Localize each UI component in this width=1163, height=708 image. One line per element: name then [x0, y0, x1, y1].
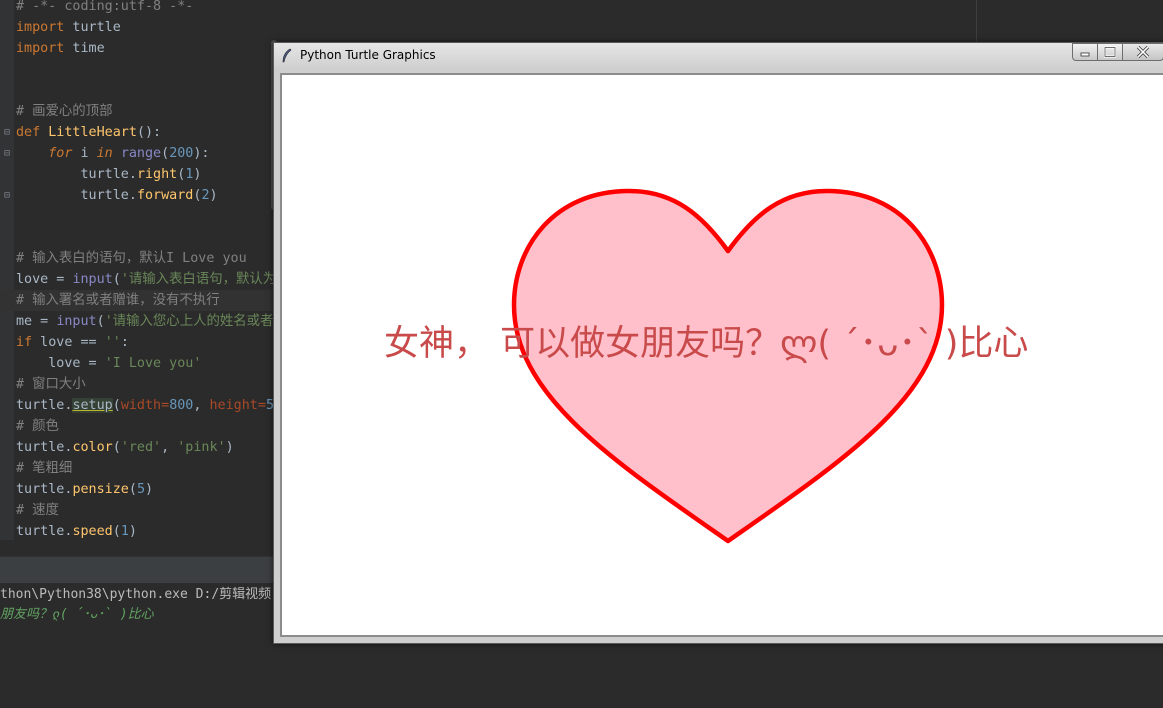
- code-token: turtle.: [16, 167, 137, 182]
- code-token: # 速度: [16, 503, 59, 518]
- code-token: '': [104, 335, 121, 350]
- code-token: input: [72, 272, 113, 287]
- code-token: (: [112, 272, 121, 287]
- code-token: # 输入署名或者赠谁，没有不执行: [16, 293, 220, 308]
- code-token: turtle: [64, 20, 121, 35]
- code-token: import: [16, 20, 65, 35]
- code-token: (: [112, 440, 121, 455]
- code-token: ): [193, 167, 202, 182]
- fold-icon[interactable]: ⊟: [4, 128, 10, 138]
- code-token: ():: [136, 125, 162, 140]
- code-token: '请输入您心上人的姓名或者赠: [104, 314, 287, 329]
- code-token: ,: [193, 398, 210, 413]
- code-token: LittleHeart: [48, 125, 137, 140]
- minimize-icon: [1080, 52, 1090, 57]
- console-output-line: 朋友吗？ლ( ´･ᴗ･` )比心: [0, 607, 154, 622]
- code-token: # 输入表白的语句，默认I Love you: [16, 251, 247, 266]
- code-token: # 画爱心的顶部: [16, 104, 113, 119]
- code-token: # -*- coding:utf-8 -*-: [16, 0, 194, 14]
- code-token: ): [209, 188, 218, 203]
- code-token: 5: [136, 482, 145, 497]
- code-token: me =: [16, 314, 57, 329]
- close-button[interactable]: [1122, 43, 1163, 61]
- code-token: (: [161, 146, 170, 161]
- code-token: turtle.: [16, 440, 73, 455]
- maximize-button[interactable]: [1097, 43, 1123, 61]
- code-token: input: [56, 314, 97, 329]
- code-line[interactable]: # -*- coding:utf-8 -*-: [16, 0, 1163, 17]
- code-token: ): [128, 524, 137, 539]
- fold-icon[interactable]: ⊟: [4, 149, 10, 159]
- heart-shape: [511, 188, 945, 544]
- code-token: range: [120, 146, 162, 161]
- minimize-button[interactable]: [1072, 43, 1098, 61]
- turtle-graphics-window[interactable]: Python Turtle Graphics 女神， 可以做女朋友吗？ლ( ´･…: [273, 42, 1163, 644]
- code-token: ,: [161, 440, 178, 455]
- code-token: turtle.: [16, 398, 73, 413]
- code-token: 'I Love you': [104, 356, 202, 371]
- code-token: # 窗口大小: [16, 377, 86, 392]
- code-token: '请输入表白语句，默认为: [120, 272, 277, 287]
- code-token: right: [136, 167, 178, 182]
- code-token: love =: [16, 356, 105, 371]
- code-token: ): [225, 440, 234, 455]
- code-token: turtle.: [16, 524, 73, 539]
- console-command-line: thon\Python38\python.exe D:/剪辑视频: [0, 587, 272, 602]
- close-icon: [1136, 45, 1150, 59]
- code-token: turtle.: [16, 482, 73, 497]
- code-token: # 颜色: [16, 419, 59, 434]
- code-line[interactable]: import turtle: [16, 17, 1163, 38]
- code-token: love ==: [32, 335, 105, 350]
- code-token: :: [120, 335, 129, 350]
- turtle-canvas[interactable]: 女神， 可以做女朋友吗？ლ( ´･ᴗ･` )比心: [280, 73, 1163, 637]
- fold-icon[interactable]: ⊟: [4, 191, 10, 201]
- feather-icon: [282, 48, 292, 63]
- code-token: 2: [201, 188, 210, 203]
- code-token: in: [96, 146, 113, 161]
- code-token: love =: [16, 272, 73, 287]
- code-token: if: [16, 335, 33, 350]
- maximize-icon: [1103, 46, 1117, 58]
- code-token: # 笔粗细: [16, 461, 73, 476]
- code-token: width=: [120, 398, 170, 413]
- code-token: ): [145, 482, 154, 497]
- code-token: height=: [209, 398, 266, 413]
- code-token: ):: [193, 146, 210, 161]
- code-token: i: [72, 146, 97, 161]
- code-token: turtle.: [16, 188, 137, 203]
- code-token: speed: [72, 524, 113, 539]
- code-token: 800: [169, 398, 194, 413]
- love-message: 女神， 可以做女朋友吗？ლ( ´･ᴗ･` )比心: [384, 324, 1029, 364]
- code-token: 200: [169, 146, 194, 161]
- editor-gutter: ⊟ ⊟ ⊟: [0, 0, 14, 540]
- window-title: Python Turtle Graphics: [300, 48, 436, 62]
- window-titlebar[interactable]: Python Turtle Graphics: [274, 43, 1163, 69]
- code-token: time: [64, 41, 105, 56]
- code-token: setup: [72, 398, 113, 413]
- code-token: 1: [120, 524, 129, 539]
- code-token: (: [112, 398, 121, 413]
- code-token: (: [112, 524, 121, 539]
- code-token: 'pink': [177, 440, 226, 455]
- code-token: (: [96, 314, 105, 329]
- code-token: forward: [136, 188, 194, 203]
- code-token: import: [16, 41, 65, 56]
- code-token: (: [128, 482, 137, 497]
- code-token: pensize: [72, 482, 129, 497]
- code-token: color: [72, 440, 113, 455]
- code-token: for: [48, 146, 73, 161]
- code-token: def: [16, 125, 41, 140]
- code-token: 'red': [120, 440, 162, 455]
